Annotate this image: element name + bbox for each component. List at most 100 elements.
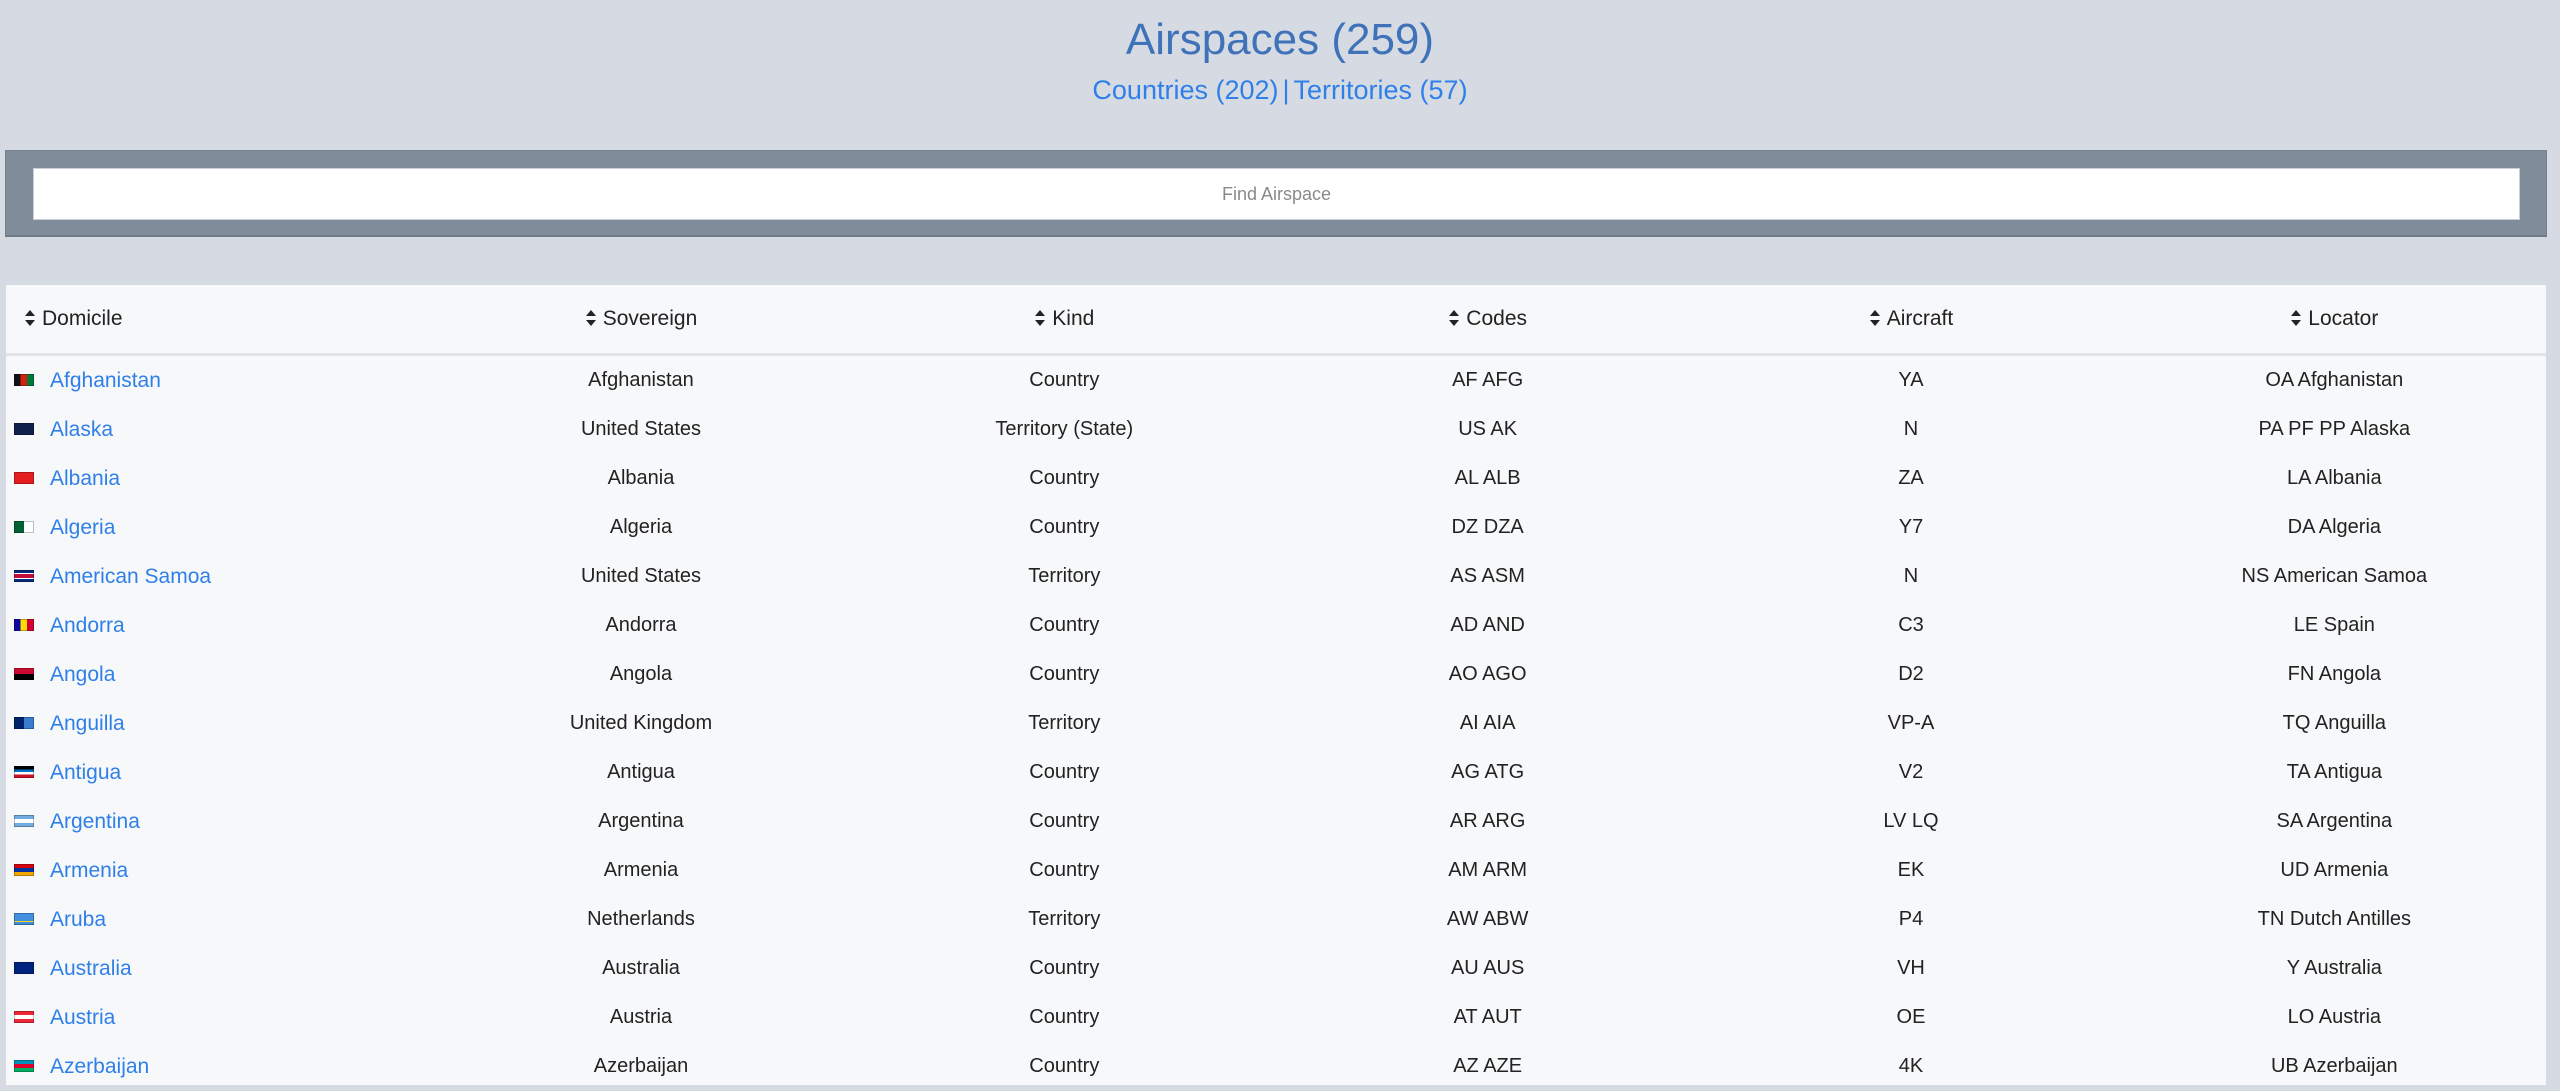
cell-locator: OA Afghanistan: [2123, 355, 2546, 406]
cell-domicile: Azerbaijan: [6, 1042, 429, 1091]
domicile-link[interactable]: Alaska: [50, 418, 113, 441]
cell-kind: Country: [853, 1042, 1276, 1091]
domicile-link[interactable]: Austria: [50, 1006, 115, 1029]
sort-icon[interactable]: [1034, 309, 1046, 327]
cell-codes: AT AUT: [1276, 993, 1699, 1042]
cell-sovereign: United States: [429, 552, 852, 601]
cell-kind: Country: [853, 748, 1276, 797]
cell-kind: Country: [853, 846, 1276, 895]
locator-value: NS American Samoa: [2242, 565, 2428, 587]
cell-locator: UB Azerbaijan: [2123, 1042, 2546, 1091]
cell-domicile: Australia: [6, 944, 429, 993]
domicile-link[interactable]: American Samoa: [50, 565, 211, 588]
sovereign-value: Algeria: [610, 516, 672, 538]
column-header-codes[interactable]: Codes: [1276, 285, 1699, 355]
cell-aircraft: P4: [1699, 895, 2122, 944]
domicile-link[interactable]: Antigua: [50, 761, 121, 784]
cell-codes: AI AIA: [1276, 699, 1699, 748]
cell-kind: Territory: [853, 699, 1276, 748]
locator-value: TA Antigua: [2287, 761, 2382, 783]
countries-link[interactable]: Countries (202): [1092, 75, 1278, 105]
locator-value: DA Algeria: [2288, 516, 2381, 538]
cell-aircraft: C3: [1699, 601, 2122, 650]
table-row: AustriaAustriaCountryAT AUTOELO Austria: [6, 993, 2546, 1042]
locator-value: LA Albania: [2287, 467, 2382, 489]
domicile-link[interactable]: Anguilla: [50, 712, 125, 735]
domicile-link[interactable]: Algeria: [50, 516, 115, 539]
locator-value: LE Spain: [2294, 614, 2375, 636]
cell-aircraft: ZA: [1699, 454, 2122, 503]
kind-value: Country: [1029, 810, 1099, 832]
domicile-link[interactable]: Argentina: [50, 810, 140, 833]
cell-kind: Country: [853, 503, 1276, 552]
domicile-link[interactable]: Aruba: [50, 908, 106, 931]
cell-domicile: Algeria: [6, 503, 429, 552]
table-row: AndorraAndorraCountryAD ANDC3LE Spain: [6, 601, 2546, 650]
table-row: American SamoaUnited StatesTerritoryAS A…: [6, 552, 2546, 601]
page-title: Airspaces (259): [0, 12, 2560, 68]
locator-value: SA Argentina: [2276, 810, 2392, 832]
cell-locator: DA Algeria: [2123, 503, 2546, 552]
cell-codes: AM ARM: [1276, 846, 1699, 895]
domicile-link[interactable]: Australia: [50, 957, 132, 980]
domicile-link[interactable]: Afghanistan: [50, 369, 161, 392]
codes-value: US AK: [1458, 418, 1517, 440]
domicile-link[interactable]: Albania: [50, 467, 120, 490]
aircraft-value: OE: [1897, 1006, 1926, 1028]
cell-aircraft: YA: [1699, 355, 2122, 406]
cell-domicile: Angola: [6, 650, 429, 699]
airspaces-table: DomicileSovereignKindCodes Aircraft Locato…: [6, 285, 2546, 1091]
cell-kind: Country: [853, 993, 1276, 1042]
table-body: AfghanistanAfghanistanCountryAF AFGYAOA …: [6, 355, 2546, 1091]
cell-domicile: Austria: [6, 993, 429, 1042]
cell-locator: TN Dutch Antilles: [2123, 895, 2546, 944]
column-header-label: Aircraft: [1887, 307, 1954, 330]
domicile-link[interactable]: Azerbaijan: [50, 1055, 149, 1078]
cell-aircraft: VP-A: [1699, 699, 2122, 748]
sovereign-value: Netherlands: [587, 908, 695, 930]
sort-icon[interactable]: [585, 309, 597, 327]
aircraft-value: N: [1904, 565, 1918, 587]
flag-alaska-icon: [14, 423, 34, 435]
airspaces-table-panel: DomicileSovereignKindCodes Aircraft Locato…: [6, 285, 2546, 1085]
locator-value: PA PF PP Alaska: [2259, 418, 2411, 440]
domicile-link[interactable]: Andorra: [50, 614, 125, 637]
sort-icon[interactable]: [1869, 309, 1881, 327]
cell-sovereign: United Kingdom: [429, 699, 852, 748]
cell-kind: Territory: [853, 895, 1276, 944]
sort-icon[interactable]: [2290, 309, 2302, 327]
cell-aircraft: D2: [1699, 650, 2122, 699]
table-row: ArmeniaArmeniaCountryAM ARMEKUD Armenia: [6, 846, 2546, 895]
cell-codes: US AK: [1276, 405, 1699, 454]
domicile-link[interactable]: Angola: [50, 663, 115, 686]
sort-icon[interactable]: [1448, 309, 1460, 327]
cell-locator: SA Argentina: [2123, 797, 2546, 846]
cell-sovereign: Angola: [429, 650, 852, 699]
cell-locator: FN Angola: [2123, 650, 2546, 699]
table-header-row: DomicileSovereignKindCodes Aircraft Locato…: [6, 285, 2546, 355]
cell-sovereign: Australia: [429, 944, 852, 993]
find-airspace-input[interactable]: [33, 168, 2520, 220]
kind-value: Territory: [1028, 565, 1100, 587]
sovereign-value: Azerbaijan: [594, 1055, 689, 1077]
aircraft-value: Y7: [1899, 516, 1923, 538]
column-header-kind[interactable]: Kind: [853, 285, 1276, 355]
codes-value: AT AUT: [1454, 1006, 1522, 1028]
sort-icon[interactable]: [24, 309, 36, 327]
column-header-aircraft[interactable]: Aircraft: [1699, 285, 2122, 355]
column-header-domicile[interactable]: Domicile: [6, 285, 429, 355]
aircraft-value: D2: [1898, 663, 1924, 685]
cell-sovereign: Albania: [429, 454, 852, 503]
codes-value: AL ALB: [1455, 467, 1521, 489]
codes-value: AM ARM: [1448, 859, 1527, 881]
cell-codes: AR ARG: [1276, 797, 1699, 846]
codes-value: DZ DZA: [1452, 516, 1524, 538]
table-row: Algeria Algeria Country DZ DZA Y7 DA Algeria: [6, 503, 2546, 552]
cell-codes: AL ALB: [1276, 454, 1699, 503]
column-header-sovereign[interactable]: Sovereign: [429, 285, 852, 355]
territories-link[interactable]: Territories (57): [1294, 75, 1468, 105]
cell-locator: PA PF PP Alaska: [2123, 405, 2546, 454]
domicile-link[interactable]: Armenia: [50, 859, 128, 882]
column-header-locator[interactable]: Locator: [2123, 285, 2546, 355]
cell-domicile: Alaska: [6, 405, 429, 454]
